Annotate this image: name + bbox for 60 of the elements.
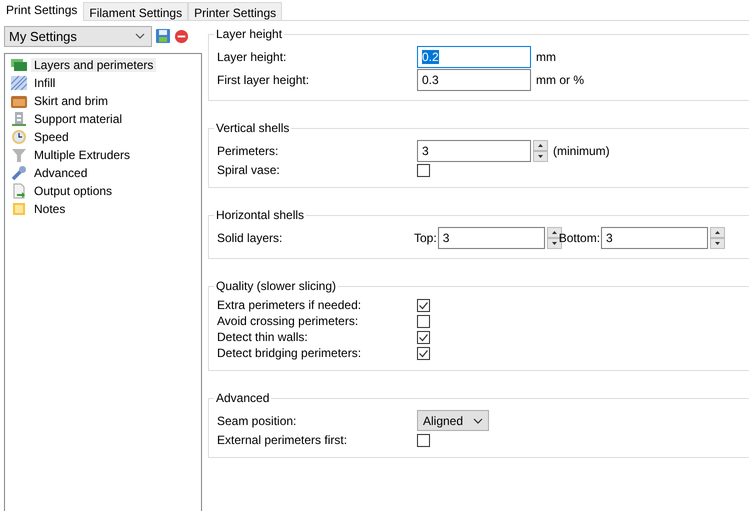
checkbox[interactable] bbox=[417, 346, 430, 360]
document-icon bbox=[11, 183, 27, 199]
group-title: Vertical shells bbox=[215, 121, 290, 135]
field-label: Detect thin walls: bbox=[217, 330, 309, 344]
caret-icon bbox=[135, 33, 145, 39]
category-item[interactable]: Infill bbox=[31, 76, 58, 90]
category-item[interactable]: Speed bbox=[31, 130, 72, 144]
spin-buttons[interactable] bbox=[710, 226, 726, 248]
tab[interactable]: Filament Settings bbox=[83, 2, 188, 20]
field-label: Top: bbox=[414, 230, 437, 244]
wrench-icon bbox=[11, 165, 27, 181]
input-field[interactable]: 3 bbox=[601, 226, 708, 248]
funnel-icon bbox=[11, 147, 27, 163]
spin-buttons[interactable] bbox=[533, 140, 548, 162]
box-icon bbox=[11, 93, 27, 109]
preset-dropdown[interactable]: My Settings bbox=[4, 26, 152, 46]
input-field[interactable]: 3 bbox=[417, 140, 531, 162]
unit-label: mm or % bbox=[536, 72, 584, 86]
category-item[interactable]: Layers and perimeters bbox=[31, 58, 156, 72]
group-title: Horizontal shells bbox=[215, 208, 306, 222]
category-item[interactable]: Notes bbox=[31, 202, 68, 216]
field-label: Spiral vase: bbox=[217, 163, 281, 177]
category-item[interactable]: Skirt and brim bbox=[31, 94, 112, 108]
field-label: Seam position: bbox=[217, 414, 298, 428]
field-label: First layer height: bbox=[217, 72, 310, 86]
unit-label: mm bbox=[536, 50, 556, 64]
note-icon bbox=[11, 201, 27, 217]
input-field[interactable]: 0.2 bbox=[417, 46, 531, 68]
hatch-icon bbox=[11, 75, 27, 91]
save-icon[interactable] bbox=[155, 28, 171, 44]
tab[interactable]: Printer Settings bbox=[188, 2, 282, 20]
building-icon bbox=[11, 111, 27, 127]
field-label: External perimeters first: bbox=[217, 433, 348, 447]
group-title: Quality (slower slicing) bbox=[215, 279, 338, 293]
category-item[interactable]: Support material bbox=[31, 112, 126, 126]
field-label: Detect bridging perimeters: bbox=[217, 346, 362, 360]
field-label: Perimeters: bbox=[217, 144, 280, 158]
clock-icon bbox=[11, 129, 27, 145]
caret-icon bbox=[473, 418, 483, 424]
group-title: Advanced bbox=[215, 391, 270, 405]
field-label: Layer height: bbox=[217, 50, 288, 64]
field-label: Bottom: bbox=[558, 230, 600, 244]
checkbox[interactable] bbox=[417, 330, 430, 344]
delete-icon[interactable] bbox=[174, 28, 189, 44]
input-field[interactable]: 3 bbox=[438, 226, 545, 248]
checkbox[interactable] bbox=[417, 314, 430, 328]
unit-label: (minimum) bbox=[553, 144, 610, 158]
category-item[interactable]: Advanced bbox=[31, 166, 90, 180]
field-label: Avoid crossing perimeters: bbox=[217, 314, 360, 328]
group-title: Layer height bbox=[215, 27, 284, 41]
field-label: Extra perimeters if needed: bbox=[217, 298, 362, 312]
category-item[interactable]: Output options bbox=[31, 184, 116, 198]
checkbox[interactable] bbox=[417, 434, 430, 446]
input-field[interactable]: 0.3 bbox=[417, 68, 531, 90]
tab[interactable]: Print Settings bbox=[0, 0, 84, 22]
checkbox[interactable] bbox=[417, 298, 430, 312]
category-item[interactable]: Multiple Extruders bbox=[31, 148, 134, 162]
layers-icon bbox=[11, 57, 27, 73]
seam-dropdown[interactable]: Aligned bbox=[417, 410, 489, 431]
checkbox[interactable] bbox=[417, 164, 430, 176]
